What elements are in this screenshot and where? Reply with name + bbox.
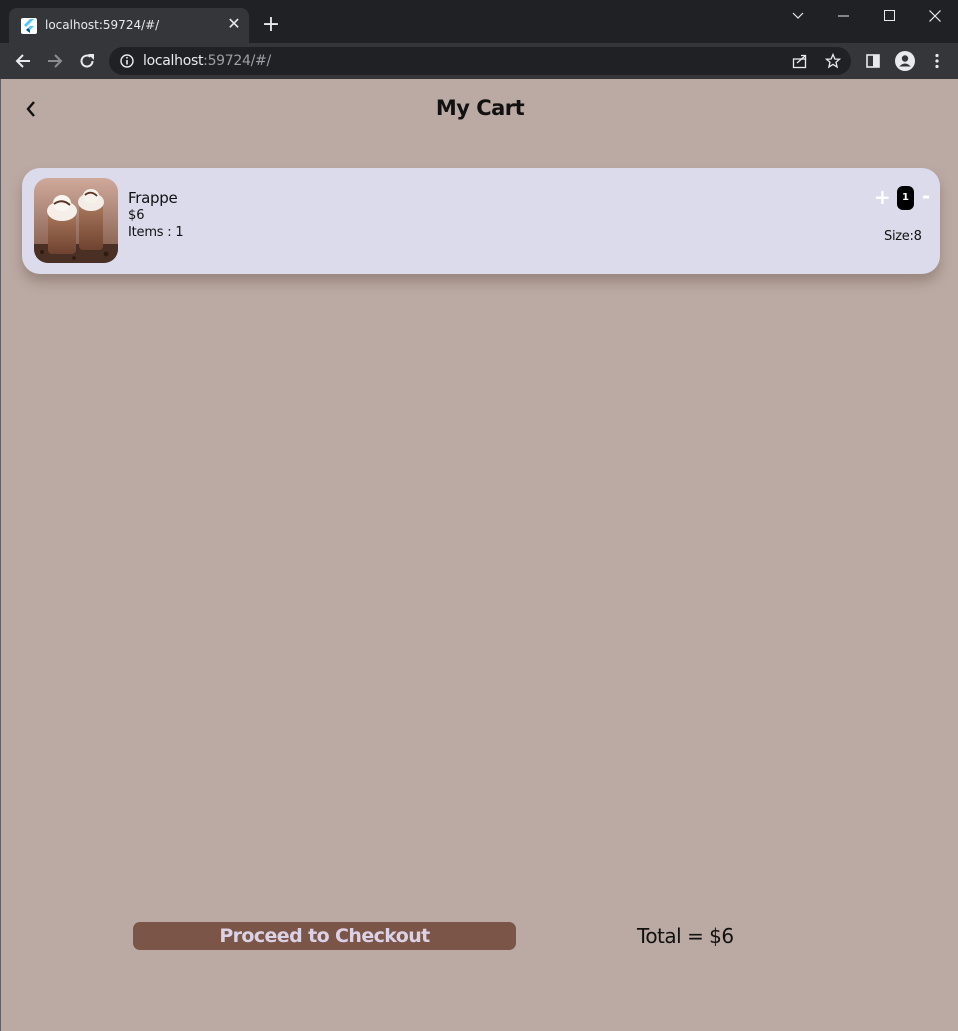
product-image	[34, 178, 118, 263]
size-label: Size:8	[884, 229, 922, 244]
url-host: localhost	[143, 53, 204, 69]
product-price: $6	[128, 208, 145, 223]
star-icon[interactable]	[824, 52, 842, 69]
decrease-quantity-button[interactable]: -	[920, 186, 932, 207]
app-screen: My Cart Frappe $6 Items: 1 + 1 - Size:8…	[0, 79, 958, 1031]
product-name: Frappe	[128, 189, 178, 207]
url-text[interactable]: localhost:59724/#/	[143, 53, 271, 69]
tab-title: localhost:59724/#/	[45, 18, 160, 32]
cart-total: Total = $6	[637, 924, 734, 948]
side-panel-icon[interactable]	[860, 48, 886, 74]
maximize-icon[interactable]	[867, 0, 913, 32]
page-title: My Cart	[435, 96, 525, 120]
address-bar[interactable]: localhost:59724/#/	[109, 47, 851, 75]
arrow-left-icon[interactable]	[10, 48, 36, 74]
new-tab-button[interactable]: +	[260, 14, 282, 36]
cart-item-card: Frappe $6 Items : 1 + 1 - Size:8	[22, 168, 940, 274]
profile-icon[interactable]	[892, 48, 918, 74]
info-icon[interactable]	[119, 53, 135, 69]
browser-titlebar: localhost:59724/#/ ✕ +	[0, 0, 958, 43]
kebab-menu-icon[interactable]	[924, 48, 950, 74]
close-icon[interactable]	[912, 0, 958, 32]
browser-toolbar: localhost:59724/#/	[0, 43, 958, 79]
increase-quantity-button[interactable]: +	[874, 187, 891, 207]
arrow-right-icon[interactable]	[42, 48, 68, 74]
minimize-icon[interactable]	[821, 0, 867, 32]
url-path: :59724/#/	[203, 53, 271, 69]
browser-tab[interactable]: localhost:59724/#/ ✕	[9, 8, 249, 43]
flutter-icon	[21, 18, 37, 34]
proceed-to-checkout-button[interactable]: Proceed to Checkout	[133, 922, 516, 950]
reload-icon[interactable]	[74, 48, 100, 74]
tab-search-chevron-down-icon[interactable]	[775, 0, 821, 32]
tab-close-icon[interactable]: ✕	[225, 15, 243, 33]
quantity-badge: 1	[897, 186, 914, 210]
share-icon[interactable]	[792, 53, 808, 69]
product-items-count: Items : 1	[128, 225, 184, 240]
